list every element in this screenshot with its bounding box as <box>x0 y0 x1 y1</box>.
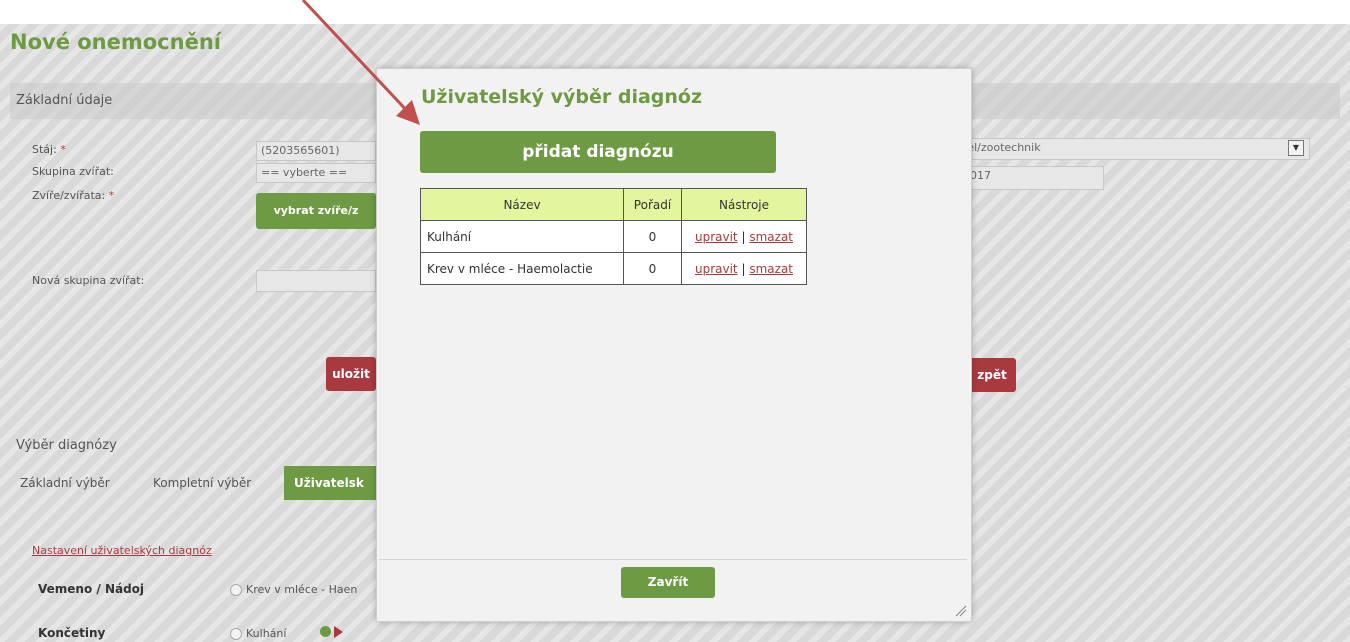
cell-name: Kulhání <box>420 220 624 253</box>
radio-icon <box>230 584 242 596</box>
page-title: Nové onemocnění <box>10 30 221 54</box>
role-value: tel/zootechnik <box>963 141 1041 154</box>
new-group-input[interactable] <box>256 270 376 292</box>
user-diagnoses-settings-link[interactable]: Nastavení uživatelských diagnóz <box>32 544 212 557</box>
add-diagnosis-button[interactable]: přidat diagnózu <box>420 131 776 173</box>
tab-user[interactable]: Uživatelsk <box>284 466 376 500</box>
cell-order: 0 <box>623 252 682 285</box>
delete-link[interactable]: smazat <box>749 262 793 276</box>
play-icon[interactable] <box>334 626 343 638</box>
radio-icon <box>230 628 242 640</box>
tab-complete[interactable]: Kompletní výběr <box>143 466 261 500</box>
diagnosis-table: Název Pořadí Nástroje Kulhání 0 upravit … <box>420 188 807 285</box>
tab-basic[interactable]: Základní výběr <box>10 466 120 500</box>
role-select[interactable]: tel/zootechnik <box>958 138 1310 160</box>
animals-label: Zvíře/zvířata: * <box>32 189 115 202</box>
separator: | <box>741 229 746 244</box>
category-udder: Vemeno / Nádoj <box>38 582 145 596</box>
table-row: Kulhání 0 upravit | smazat <box>420 220 807 253</box>
edit-link[interactable]: upravit <box>695 262 738 276</box>
diagnosis-modal: Uživatelský výběr diagnóz přidat diagnóz… <box>376 68 972 622</box>
column-header-name: Název <box>420 188 624 221</box>
cell-tools: upravit | smazat <box>681 252 807 285</box>
column-header-tools: Nástroje <box>681 188 807 221</box>
edit-link[interactable]: upravit <box>695 230 738 244</box>
radio-option-blood-in-milk[interactable]: Krev v mléce - Haen <box>230 583 357 596</box>
separator: | <box>741 261 746 276</box>
radio-option-lameness[interactable]: Kulhání <box>230 627 286 640</box>
column-header-order: Pořadí <box>623 188 682 221</box>
group-select[interactable]: == vyberte == <box>256 163 376 183</box>
stable-field[interactable]: (5203565601) <box>256 141 376 161</box>
table-row: Krev v mléce - Haemolactie 0 upravit | s… <box>420 252 807 285</box>
category-limbs: Končetiny <box>38 626 106 640</box>
back-button[interactable]: zpět <box>968 358 1016 392</box>
cell-tools: upravit | smazat <box>681 220 807 253</box>
modal-title: Uživatelský výběr diagnóz <box>421 86 703 108</box>
resize-grip-icon[interactable] <box>955 605 967 617</box>
table-header-row: Název Pořadí Nástroje <box>420 188 807 221</box>
new-group-label: Nová skupina zvířat: <box>32 274 145 287</box>
cell-name: Krev v mléce - Haemolactie <box>420 252 624 285</box>
cell-order: 0 <box>623 220 682 253</box>
save-button[interactable]: uložit <box>326 357 376 391</box>
modal-footer: Zavřít <box>379 559 967 618</box>
close-button[interactable]: Zavřít <box>621 567 715 598</box>
info-icon[interactable] <box>320 626 331 637</box>
delete-link[interactable]: smazat <box>749 230 793 244</box>
stable-label: Stáj: * <box>32 143 66 156</box>
chevron-down-icon[interactable]: ▼ <box>1288 140 1304 156</box>
group-label: Skupina zvířat: <box>32 165 114 178</box>
select-animals-button[interactable]: vybrat zvíře/z <box>256 193 376 229</box>
date-field[interactable]: 2017 <box>958 166 1104 190</box>
